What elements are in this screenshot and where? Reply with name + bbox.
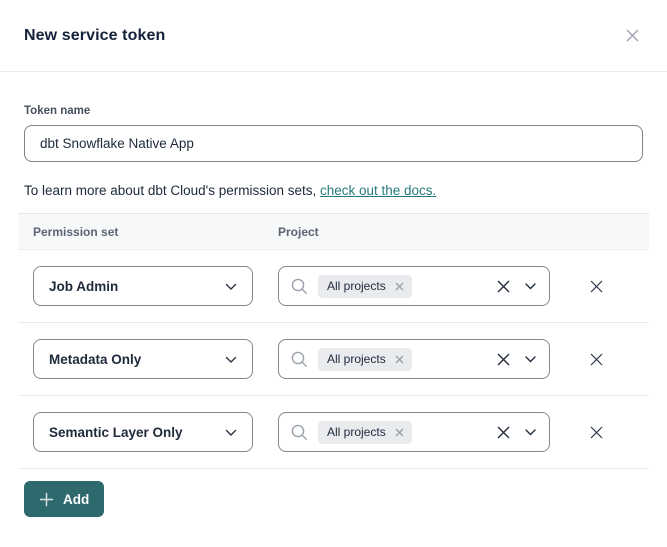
column-header-permission-set: Permission set — [18, 225, 278, 239]
search-icon — [290, 350, 309, 369]
permission-table: Permission set Project Job Admin All pro — [18, 213, 649, 469]
modal-title: New service token — [24, 27, 165, 45]
permission-set-value: Metadata Only — [49, 352, 141, 367]
chevron-down-icon — [225, 425, 237, 440]
permission-set-value: Semantic Layer Only — [49, 425, 183, 440]
project-tag-chip: All projects — [318, 275, 412, 298]
project-tag-chip: All projects — [318, 421, 412, 444]
remove-row-button[interactable] — [585, 421, 608, 444]
add-button-label: Add — [63, 492, 89, 507]
token-name-input[interactable] — [24, 125, 643, 162]
project-multiselect[interactable]: All projects — [278, 412, 550, 452]
close-button[interactable] — [620, 23, 645, 48]
permission-set-select[interactable]: Semantic Layer Only — [33, 412, 253, 452]
chevron-down-icon — [225, 352, 237, 367]
chevron-down-icon — [225, 279, 237, 294]
chevron-down-icon[interactable] — [525, 429, 536, 436]
table-header-row: Permission set Project — [18, 213, 649, 250]
permission-set-select[interactable]: Metadata Only — [33, 339, 253, 379]
search-icon — [290, 277, 309, 296]
plus-icon — [39, 492, 54, 507]
chip-remove-icon[interactable] — [395, 355, 404, 364]
modal-body: Token name To learn more about dbt Cloud… — [0, 105, 667, 469]
clear-selection-icon[interactable] — [496, 279, 511, 294]
project-tag-label: All projects — [327, 352, 386, 366]
chevron-down-icon[interactable] — [525, 356, 536, 363]
token-name-label: Token name — [24, 105, 643, 117]
clear-selection-icon[interactable] — [496, 425, 511, 440]
clear-selection-icon[interactable] — [496, 352, 511, 367]
close-icon — [624, 32, 641, 47]
project-tag-chip: All projects — [318, 348, 412, 371]
remove-row-button[interactable] — [585, 348, 608, 371]
new-service-token-modal: New service token Token name To learn mo… — [0, 0, 667, 547]
project-multiselect[interactable]: All projects — [278, 266, 550, 306]
column-header-project: Project — [278, 225, 649, 239]
remove-row-icon — [589, 355, 604, 370]
search-icon — [290, 423, 309, 442]
docs-link[interactable]: check out the docs. — [320, 183, 436, 198]
project-multiselect[interactable]: All projects — [278, 339, 550, 379]
chip-remove-icon[interactable] — [395, 428, 404, 437]
remove-row-icon — [589, 282, 604, 297]
permission-set-select[interactable]: Job Admin — [33, 266, 253, 306]
table-row: Semantic Layer Only All projects — [18, 396, 649, 469]
remove-row-icon — [589, 428, 604, 443]
chevron-down-icon[interactable] — [525, 283, 536, 290]
add-permission-button[interactable]: Add — [24, 481, 104, 517]
modal-header: New service token — [0, 0, 667, 72]
docs-helper-text: To learn more about dbt Cloud's permissi… — [24, 183, 643, 198]
remove-row-button[interactable] — [585, 275, 608, 298]
project-tag-label: All projects — [327, 279, 386, 293]
permission-set-value: Job Admin — [49, 279, 118, 294]
chip-remove-icon[interactable] — [395, 282, 404, 291]
table-row: Job Admin All projects — [18, 250, 649, 323]
project-tag-label: All projects — [327, 425, 386, 439]
table-row: Metadata Only All projects — [18, 323, 649, 396]
docs-text: To learn more about dbt Cloud's permissi… — [24, 183, 320, 198]
